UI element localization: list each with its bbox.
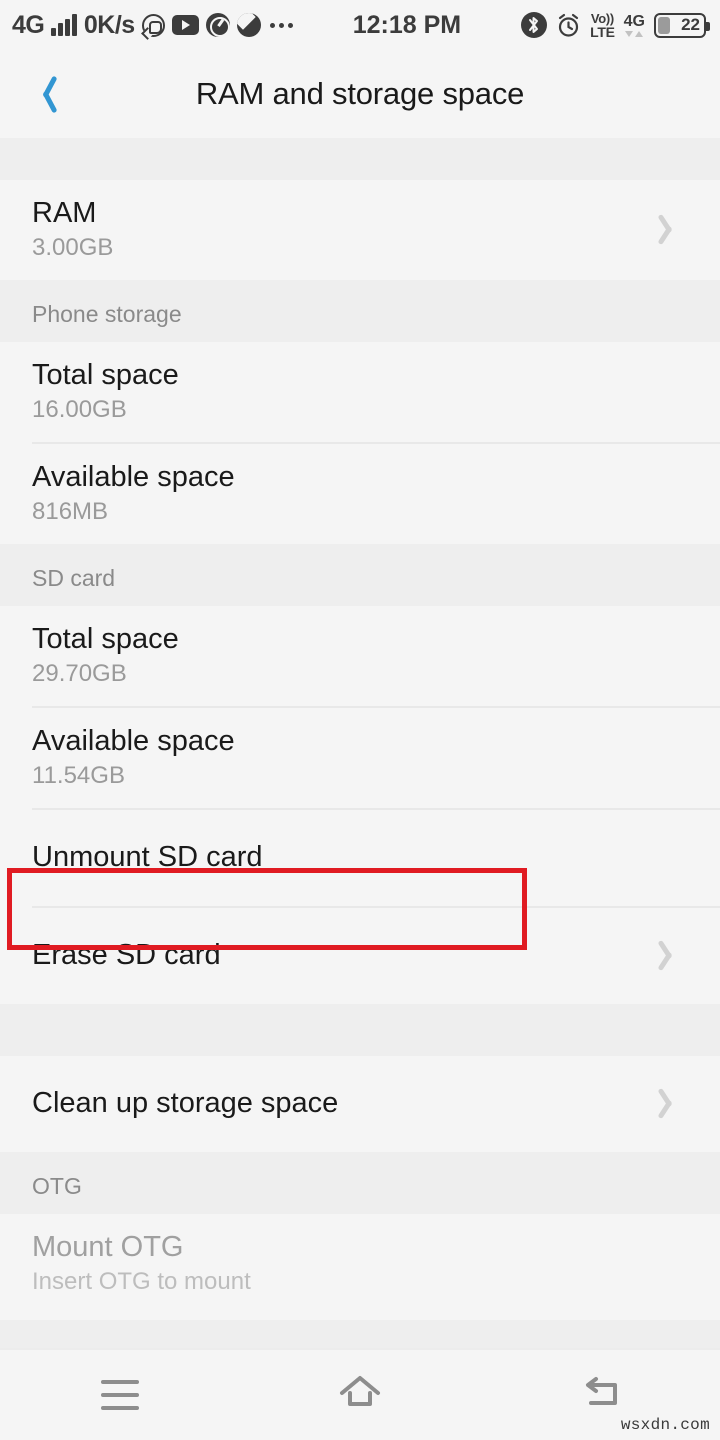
phone-screen: 4G 0K/s 12:18 PM Vo)) LTE 4G 22 RAM and … bbox=[0, 0, 720, 1440]
header-spacer bbox=[0, 138, 720, 180]
chevron-left-icon bbox=[34, 73, 58, 115]
list-item-clean-up-storage-space[interactable]: Clean up storage space bbox=[0, 1056, 720, 1152]
row-texts: Total space 16.00GB bbox=[32, 359, 688, 424]
list-item-title: Total space bbox=[32, 623, 179, 656]
list-item-sd-total-space[interactable]: Total space 29.70GB bbox=[0, 606, 720, 706]
row-texts: Clean up storage space bbox=[32, 1087, 662, 1120]
row-texts: Available space 11.54GB bbox=[32, 725, 688, 790]
list-item-unmount-sd-card[interactable]: Unmount SD card bbox=[0, 810, 720, 906]
row-texts: Erase SD card bbox=[32, 939, 662, 972]
section-header-sd-card: SD card bbox=[0, 544, 720, 606]
section-otg: Mount OTG Insert OTG to mount bbox=[0, 1214, 720, 1314]
list-item-title: Mount OTG bbox=[32, 1231, 184, 1264]
second-network-label: 4G bbox=[623, 12, 645, 30]
home-icon bbox=[336, 1373, 384, 1418]
data-rate-label: 0K/s bbox=[83, 10, 135, 39]
section-header-phone-storage: Phone storage bbox=[0, 280, 720, 342]
back-button[interactable] bbox=[0, 50, 92, 138]
list-item-ram[interactable]: RAM 3.00GB bbox=[0, 180, 720, 280]
list-item-title: Total space bbox=[32, 359, 179, 392]
list-item-subtitle: Insert OTG to mount bbox=[32, 1268, 251, 1296]
list-item-phone-available-space[interactable]: Available space 816MB bbox=[0, 444, 720, 544]
network-type-label: 4G bbox=[12, 10, 45, 39]
list-item-subtitle: 3.00GB bbox=[32, 234, 114, 262]
list-item-title: Available space bbox=[32, 725, 235, 758]
nav-menu-button[interactable] bbox=[0, 1349, 240, 1440]
half-circle-icon bbox=[236, 13, 261, 37]
menu-icon bbox=[101, 1380, 139, 1410]
signal-bars-icon bbox=[51, 14, 77, 36]
list-item-sd-available-space[interactable]: Available space 11.54GB bbox=[0, 708, 720, 808]
list-item-erase-sd-card[interactable]: Erase SD card bbox=[0, 908, 720, 1004]
watermark: wsxdn.com bbox=[620, 1416, 710, 1434]
list-item-subtitle: 11.54GB bbox=[32, 762, 125, 790]
battery-icon: 22 bbox=[654, 12, 710, 38]
row-texts: Unmount SD card bbox=[32, 841, 688, 874]
volte-top-label: Vo)) bbox=[590, 10, 614, 26]
app-header: RAM and storage space bbox=[0, 50, 720, 138]
section-header-label: SD card bbox=[32, 565, 116, 591]
page-title: RAM and storage space bbox=[195, 76, 525, 111]
nav-home-button[interactable] bbox=[240, 1349, 480, 1440]
list-item-subtitle: 29.70GB bbox=[32, 660, 127, 688]
data-arrows-icon: 4G bbox=[623, 12, 645, 37]
list-item-title: Clean up storage space bbox=[32, 1087, 339, 1120]
section-sd-card: Total space 29.70GB Available space 11.5… bbox=[0, 606, 720, 1004]
section-spacer bbox=[0, 1004, 720, 1056]
navigation-bar: wsxdn.com bbox=[0, 1348, 720, 1440]
battery-level-label: 22 bbox=[681, 15, 700, 34]
status-bar: 4G 0K/s 12:18 PM Vo)) LTE 4G 22 bbox=[0, 0, 720, 50]
section-header-label: Phone storage bbox=[32, 301, 182, 327]
clock-label: 12:18 PM bbox=[352, 10, 462, 39]
list-item-title: RAM bbox=[32, 197, 97, 230]
alarm-clock-icon bbox=[556, 13, 581, 38]
gauge-icon bbox=[205, 13, 230, 37]
status-bar-right: Vo)) LTE 4G 22 bbox=[521, 12, 710, 39]
list-item-phone-total-space[interactable]: Total space 16.00GB bbox=[0, 342, 720, 442]
section-phone-storage: Total space 16.00GB Available space 816M… bbox=[0, 342, 720, 544]
whatsapp-icon bbox=[141, 13, 165, 37]
status-bar-center: 12:18 PM bbox=[293, 11, 521, 40]
volte-bottom-label: LTE bbox=[590, 23, 615, 40]
row-texts: Mount OTG Insert OTG to mount bbox=[32, 1231, 688, 1296]
list-item-title: Available space bbox=[32, 461, 235, 494]
volte-icon: Vo)) LTE bbox=[590, 12, 615, 39]
erase-sd-card-wrapper: Erase SD card bbox=[0, 868, 720, 1004]
section-header-otg: OTG bbox=[0, 1152, 720, 1214]
back-arrow-icon bbox=[577, 1373, 623, 1418]
row-texts: Total space 29.70GB bbox=[32, 623, 688, 688]
section-header-label: OTG bbox=[32, 1173, 82, 1199]
chevron-right-icon bbox=[662, 212, 682, 248]
bluetooth-icon bbox=[521, 12, 548, 38]
list-item-title: Erase SD card bbox=[32, 939, 221, 972]
row-texts: RAM 3.00GB bbox=[32, 197, 662, 262]
row-texts: Available space 816MB bbox=[32, 461, 688, 526]
bottom-spacer bbox=[0, 1320, 720, 1348]
youtube-icon bbox=[171, 15, 199, 35]
chevron-right-icon bbox=[662, 938, 682, 974]
list-item-title: Unmount SD card bbox=[32, 841, 263, 874]
list-item-subtitle: 16.00GB bbox=[32, 396, 127, 424]
list-item-mount-otg: Mount OTG Insert OTG to mount bbox=[0, 1214, 720, 1314]
overflow-dots-icon bbox=[269, 22, 293, 28]
section-ram: RAM 3.00GB bbox=[0, 180, 720, 280]
list-item-subtitle: 816MB bbox=[32, 498, 109, 526]
status-bar-left: 4G 0K/s bbox=[12, 11, 293, 40]
section-cleanup: Clean up storage space bbox=[0, 1056, 720, 1152]
chevron-right-icon bbox=[662, 1086, 682, 1122]
